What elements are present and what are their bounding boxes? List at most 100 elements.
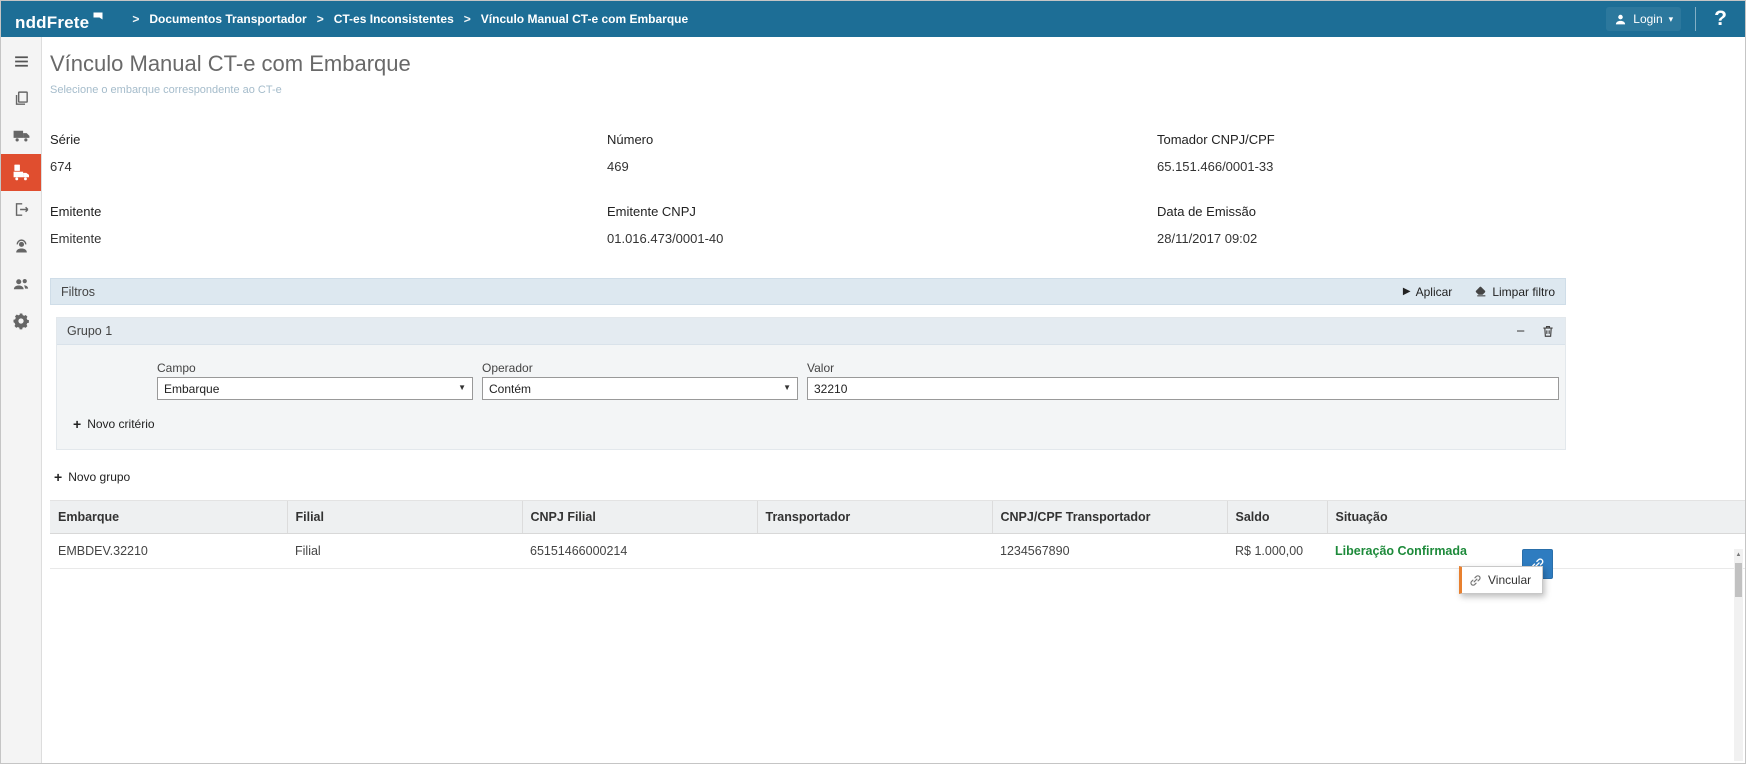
breadcrumb-separator: > — [317, 12, 324, 26]
eraser-icon — [1474, 285, 1487, 298]
operador-label: Operador — [482, 361, 533, 375]
campo-select[interactable]: Embarque — [157, 377, 473, 400]
table-row[interactable]: EMBDEV.32210 Filial 65151466000214 12345… — [50, 534, 1745, 569]
users-icon — [12, 275, 30, 293]
delete-group-button[interactable] — [1541, 324, 1555, 338]
sidebar-item-usuarios[interactable] — [1, 265, 41, 302]
field-value: 65.151.466/0001-33 — [1157, 159, 1745, 174]
column-header-cnpj-cpf-transportador[interactable]: CNPJ/CPF Transportador — [992, 501, 1227, 534]
help-button[interactable]: ? — [1710, 7, 1731, 31]
add-group-button[interactable]: + Novo grupo — [54, 470, 130, 484]
breadcrumb-item-documentos-transportador[interactable]: Documentos Transportador — [149, 12, 306, 26]
page-title: Vínculo Manual CT-e com Embarque — [50, 51, 1745, 77]
field-value: 674 — [50, 159, 607, 174]
sidebar-item-exportar[interactable] — [1, 191, 41, 228]
brand-flag-icon — [92, 11, 104, 23]
brand-logo[interactable]: nddFrete — [15, 7, 104, 31]
column-header-embarque[interactable]: Embarque — [50, 501, 287, 534]
add-group-label: Novo grupo — [68, 470, 130, 484]
valor-input[interactable] — [807, 377, 1559, 400]
export-icon — [13, 201, 30, 218]
sidebar-item-documentos[interactable] — [1, 80, 41, 117]
gear-icon — [12, 312, 30, 330]
cell-saldo: R$ 1.000,00 — [1227, 534, 1327, 569]
valor-label: Valor — [807, 361, 834, 375]
login-label: Login — [1633, 12, 1662, 26]
play-icon: ▶ — [1403, 286, 1411, 297]
breadcrumb-separator: > — [132, 12, 139, 26]
vertical-scrollbar[interactable]: ▲ — [1734, 549, 1743, 761]
sidebar-item-documentos-transportador[interactable] — [1, 154, 41, 191]
sidebar-item-configuracoes[interactable] — [1, 302, 41, 339]
field-label: Tomador CNPJ/CPF — [1157, 132, 1745, 147]
field-emitente: Emitente Emitente — [50, 204, 607, 246]
user-icon — [1614, 13, 1627, 26]
cell-cnpj-filial: 65151466000214 — [522, 534, 757, 569]
breadcrumb-separator: > — [464, 12, 471, 26]
field-value: 469 — [607, 159, 1157, 174]
scrollbar-thumb[interactable] — [1735, 563, 1742, 597]
column-header-situacao[interactable]: Situação — [1327, 501, 1745, 534]
campo-label: Campo — [157, 361, 196, 375]
vincular-tooltip[interactable]: Vincular — [1459, 566, 1543, 594]
column-header-filial[interactable]: Filial — [287, 501, 522, 534]
breadcrumb: > Documentos Transportador > CT-es Incon… — [132, 12, 1606, 26]
link-icon — [1469, 574, 1482, 587]
filters-header: Filtros ▶ Aplicar Limpar filtro — [50, 278, 1566, 305]
cell-embarque: EMBDEV.32210 — [50, 534, 287, 569]
chevron-down-icon: ▾ — [1669, 14, 1674, 25]
operador-field: Contém ▼ — [482, 377, 798, 400]
field-value: 01.016.473/0001-40 — [607, 231, 1157, 246]
truck-icon — [12, 126, 31, 145]
copy-icon — [13, 90, 30, 107]
filter-group-actions: − — [1516, 324, 1555, 339]
cte-details: Série 674 Número 469 Tomador CNPJ/CPF 65… — [50, 132, 1745, 246]
field-label: Data de Emissão — [1157, 204, 1745, 219]
field-value: 28/11/2017 09:02 — [1157, 231, 1745, 246]
field-numero: Número 469 — [607, 132, 1157, 174]
operador-select[interactable]: Contém — [482, 377, 798, 400]
field-label: Número — [607, 132, 1157, 147]
sidebar-item-transporte[interactable] — [1, 117, 41, 154]
scroll-up-arrow[interactable]: ▲ — [1734, 549, 1743, 561]
main-content: Vínculo Manual CT-e com Embarque Selecio… — [42, 37, 1745, 763]
trash-icon — [1541, 324, 1555, 338]
breadcrumb-item-ctes-inconsistentes[interactable]: CT-es Inconsistentes — [334, 12, 454, 26]
column-header-saldo[interactable]: Saldo — [1227, 501, 1327, 534]
truck-document-icon — [12, 163, 31, 182]
add-criteria-button[interactable]: + Novo critério — [73, 417, 155, 431]
brand-name: nddFrete — [15, 7, 89, 31]
column-header-cnpj-filial[interactable]: CNPJ Filial — [522, 501, 757, 534]
collapse-group-button[interactable]: − — [1516, 324, 1525, 339]
topbar-right: Login ▾ ? — [1606, 7, 1731, 31]
cell-cnpj-cpf-transportador: 1234567890 — [992, 534, 1227, 569]
field-label: Emitente — [50, 204, 607, 219]
embarques-table: Embarque Filial CNPJ Filial Transportado… — [50, 500, 1745, 569]
field-value: Emitente — [50, 231, 607, 246]
support-headset-icon — [13, 238, 30, 255]
plus-icon: + — [73, 417, 81, 431]
campo-field: Embarque ▼ — [157, 377, 473, 400]
column-header-transportador[interactable]: Transportador — [757, 501, 992, 534]
filter-actions: ▶ Aplicar Limpar filtro — [1403, 285, 1555, 299]
field-emitente-cnpj: Emitente CNPJ 01.016.473/0001-40 — [607, 204, 1157, 246]
cell-transportador — [757, 534, 992, 569]
login-menu[interactable]: Login ▾ — [1606, 7, 1681, 31]
app-window: nddFrete > Documentos Transportador > CT… — [0, 0, 1746, 764]
filter-group-title: Grupo 1 — [67, 324, 112, 338]
sidebar-item-atendimento[interactable] — [1, 228, 41, 265]
sidebar — [1, 37, 42, 763]
sidebar-item-menu[interactable] — [1, 43, 41, 80]
add-criteria-label: Novo critério — [87, 417, 154, 431]
apply-filter-button[interactable]: ▶ Aplicar — [1403, 285, 1452, 299]
topbar-divider — [1695, 7, 1696, 31]
vincular-label: Vincular — [1488, 573, 1531, 587]
cell-filial: Filial — [287, 534, 522, 569]
apply-filter-label: Aplicar — [1416, 285, 1453, 299]
breadcrumb-item-vinculo-manual[interactable]: Vínculo Manual CT-e com Embarque — [481, 12, 688, 26]
plus-icon: + — [54, 470, 62, 484]
table-header-row: Embarque Filial CNPJ Filial Transportado… — [50, 501, 1745, 534]
field-tomador-cnpj-cpf: Tomador CNPJ/CPF 65.151.466/0001-33 — [1157, 132, 1745, 174]
clear-filter-button[interactable]: Limpar filtro — [1474, 285, 1555, 299]
field-data-emissao: Data de Emissão 28/11/2017 09:02 — [1157, 204, 1745, 246]
